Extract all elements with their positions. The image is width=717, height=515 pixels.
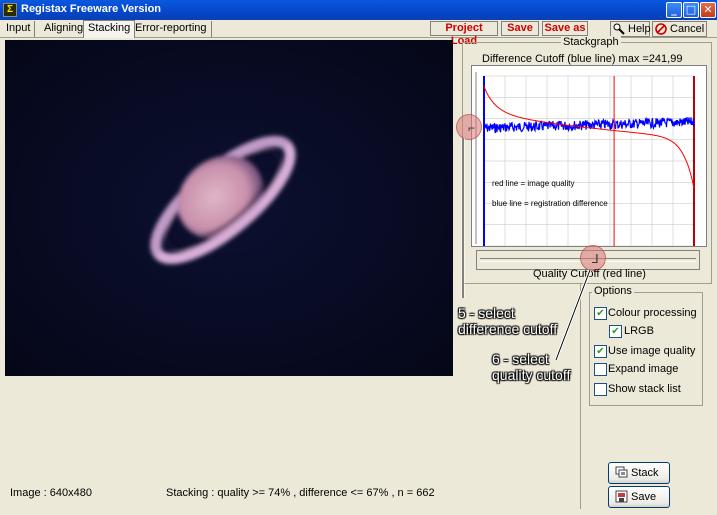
step6-annotation: 6 - select quality cutoff (492, 351, 571, 383)
step5-annotation: 5 - select difference cutoff (458, 305, 558, 337)
annotation-arrows (461, 138, 592, 361)
registax-window: Σ Registax Freeware Version _ □ ✕ Input … (0, 0, 717, 515)
